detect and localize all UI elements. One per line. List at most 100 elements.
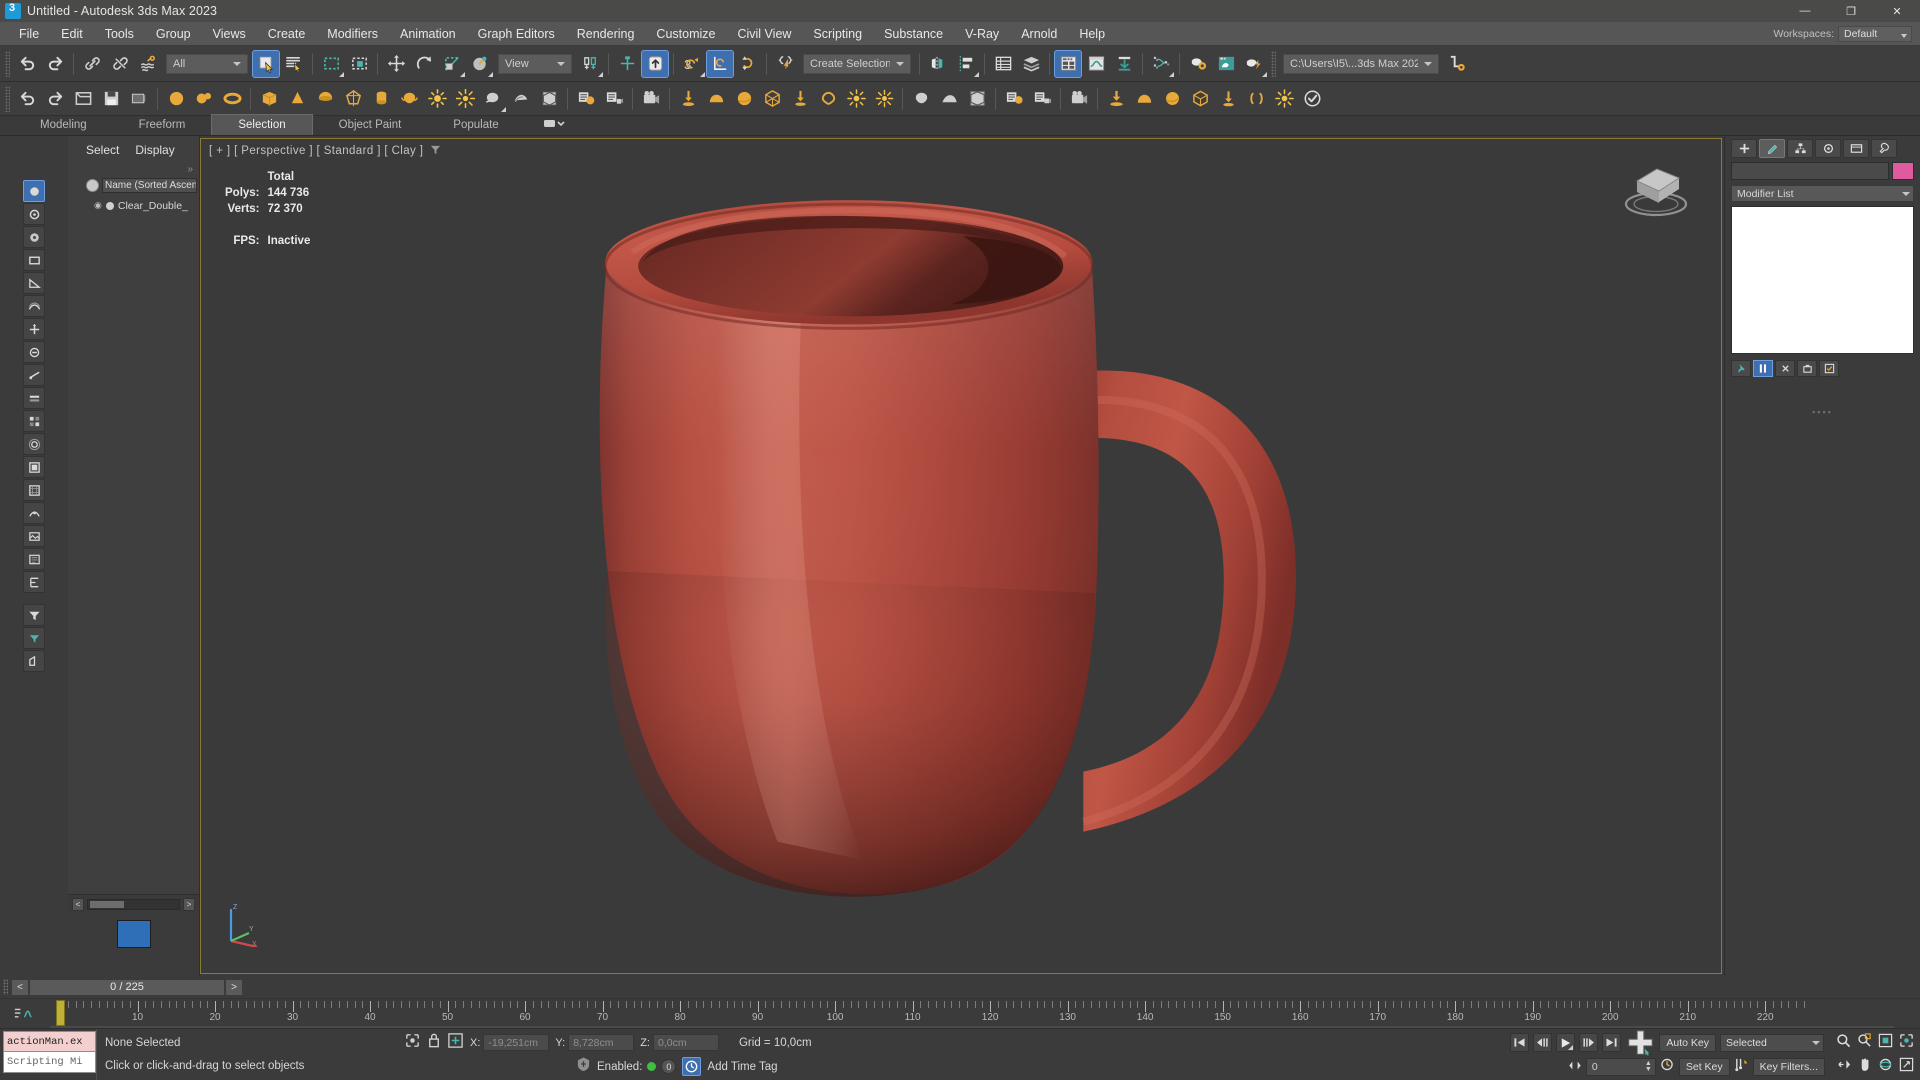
key-filters-icon[interactable]: [1734, 1057, 1749, 1077]
utilities-tab[interactable]: [1871, 138, 1897, 158]
select-region-icon[interactable]: [23, 249, 45, 271]
space-warp-wind-icon[interactable]: [786, 85, 814, 113]
play-animation-button[interactable]: [1556, 1033, 1576, 1052]
selection-shape-icon[interactable]: [23, 650, 45, 672]
render-setup-icon[interactable]: [1184, 50, 1212, 78]
arc-tool-icon[interactable]: [935, 85, 963, 113]
quick-undo-icon[interactable]: [13, 85, 41, 113]
mini-listener-line-2[interactable]: Scripting Mi: [3, 1052, 96, 1073]
previous-frame-button-playback[interactable]: [1533, 1033, 1553, 1052]
rectangular-selection-region-icon[interactable]: [317, 50, 345, 78]
create-sphere-icon[interactable]: [162, 85, 190, 113]
horizontal-scrollbar[interactable]: [87, 899, 180, 910]
set-key-button[interactable]: Set Key: [1678, 1057, 1730, 1076]
modifier-stack[interactable]: [1731, 206, 1914, 354]
sort-radio-icon[interactable]: [86, 179, 99, 192]
modifier-list-combo[interactable]: Modifier List: [1731, 185, 1914, 202]
current-frame-spinner[interactable]: 0 ▲ ▼: [1585, 1057, 1656, 1076]
menu-civil-view[interactable]: Civil View: [726, 22, 802, 46]
snapshot-tool-icon[interactable]: [1130, 85, 1158, 113]
scroll-right-button[interactable]: >: [183, 898, 195, 911]
percent-snap-toggle-icon[interactable]: [706, 49, 734, 78]
scene-explorer-icon[interactable]: [1017, 50, 1045, 78]
next-frame-button[interactable]: >: [225, 978, 243, 996]
select-and-place-icon[interactable]: [466, 50, 494, 78]
selection-lock-icon[interactable]: [427, 1032, 441, 1054]
frame-row-grip[interactable]: [3, 979, 8, 995]
enabled-indicator[interactable]: [647, 1062, 657, 1071]
create-box-icon[interactable]: [255, 85, 283, 113]
make-unique-icon[interactable]: [1775, 359, 1795, 377]
configure-sets-icon[interactable]: [1819, 359, 1839, 377]
ribbon-overflow-icon[interactable]: [543, 117, 565, 135]
sub-object-vertex-icon[interactable]: [23, 180, 45, 202]
similar-selection-icon[interactable]: [23, 433, 45, 455]
camera-sequencer-icon[interactable]: [1065, 85, 1093, 113]
select-and-link-icon[interactable]: [78, 50, 106, 78]
spacing-tool-icon[interactable]: [1158, 85, 1186, 113]
box-tool-icon[interactable]: [963, 85, 991, 113]
snapshot-icon[interactable]: [125, 85, 153, 113]
ring-array-icon[interactable]: [1242, 85, 1270, 113]
clone-tool-icon[interactable]: [1186, 85, 1214, 113]
filter-funnel-icon[interactable]: [23, 627, 45, 649]
zoom-region-icon[interactable]: [1899, 1033, 1914, 1053]
next-frame-button-playback[interactable]: [1579, 1033, 1599, 1052]
snaps-toggle-icon[interactable]: [641, 49, 669, 78]
list-item[interactable]: ◉ Clear_Double_: [94, 198, 199, 213]
select-and-move-icon[interactable]: [382, 50, 410, 78]
zoom-extents-icon[interactable]: [1878, 1033, 1893, 1053]
menu-edit[interactable]: Edit: [50, 22, 94, 46]
particle-view-icon[interactable]: [1147, 50, 1175, 78]
create-container-icon[interactable]: [535, 85, 563, 113]
filter-selection-icon[interactable]: [23, 604, 45, 626]
menu-arnold[interactable]: Arnold: [1010, 22, 1068, 46]
hierarchy-tab[interactable]: [1787, 138, 1813, 158]
ribbon-tab-selection[interactable]: Selection: [211, 114, 313, 135]
scroll-left-button[interactable]: <: [72, 898, 84, 911]
key-filter-mode-select[interactable]: Selected: [1720, 1033, 1824, 1052]
motion-tab[interactable]: [1815, 138, 1841, 158]
zoom-icon[interactable]: [1836, 1033, 1851, 1053]
viewport-label-text[interactable]: [ + ] [ Perspective ] [ Standard ] [ Cla…: [209, 145, 423, 157]
select-and-uniform-scale-icon[interactable]: [438, 50, 466, 78]
angle-snap-toggle-icon[interactable]: 3: [678, 50, 706, 78]
step-mode-icon[interactable]: [23, 479, 45, 501]
loop-selection-icon[interactable]: [23, 364, 45, 386]
select-by-name-icon[interactable]: [280, 50, 308, 78]
quick-redo-icon[interactable]: [41, 85, 69, 113]
edit-named-selection-sets-icon[interactable]: [771, 50, 799, 78]
render-preview-icon[interactable]: [600, 85, 628, 113]
coord-x[interactable]: X: -19,251cm: [470, 1034, 550, 1051]
create-hedra-icon[interactable]: [339, 85, 367, 113]
menu-vray[interactable]: V-Ray: [954, 22, 1010, 46]
grow-selection-icon[interactable]: [23, 318, 45, 340]
create-sun-positioner-icon[interactable]: [451, 85, 479, 113]
current-frame-display[interactable]: 0 / 225: [29, 978, 225, 996]
ribbon-tab-freeform[interactable]: Freeform: [113, 115, 212, 135]
create-shape-icon[interactable]: [814, 85, 842, 113]
teapot-tool-icon[interactable]: [907, 85, 935, 113]
create-selection-set-combo[interactable]: Create Selection Se: [803, 53, 911, 74]
track-bar-icon[interactable]: [0, 999, 50, 1028]
menu-substance[interactable]: Substance: [873, 22, 954, 46]
scene-explorer-expand-chevron[interactable]: »: [68, 164, 199, 176]
toolbar-grip[interactable]: [5, 50, 10, 77]
menu-group[interactable]: Group: [145, 22, 202, 46]
space-warp-modifier-icon[interactable]: [758, 85, 786, 113]
viewport-label[interactable]: [ + ] [ Perspective ] [ Standard ] [ Cla…: [209, 144, 441, 158]
undo-icon[interactable]: [13, 50, 41, 78]
material-editor-icon[interactable]: [1054, 49, 1082, 78]
reference-coordinate-combo[interactable]: View: [498, 53, 572, 74]
orbit-icon[interactable]: [1878, 1057, 1893, 1077]
ribbon-tab-populate[interactable]: Populate: [427, 115, 524, 135]
schematic-view-icon[interactable]: [1110, 50, 1138, 78]
ribbon-tab-object-paint[interactable]: Object Paint: [313, 115, 428, 135]
align-icon[interactable]: [952, 50, 980, 78]
scene-explorer-tab-display[interactable]: Display: [135, 143, 174, 157]
coord-z[interactable]: Z: 0,0cm: [640, 1034, 719, 1051]
sunlight-system-icon[interactable]: [1270, 85, 1298, 113]
create-camera-icon[interactable]: [479, 85, 507, 113]
space-warp-deflector-icon[interactable]: [702, 85, 730, 113]
menu-graph-editors[interactable]: Graph Editors: [467, 22, 566, 46]
